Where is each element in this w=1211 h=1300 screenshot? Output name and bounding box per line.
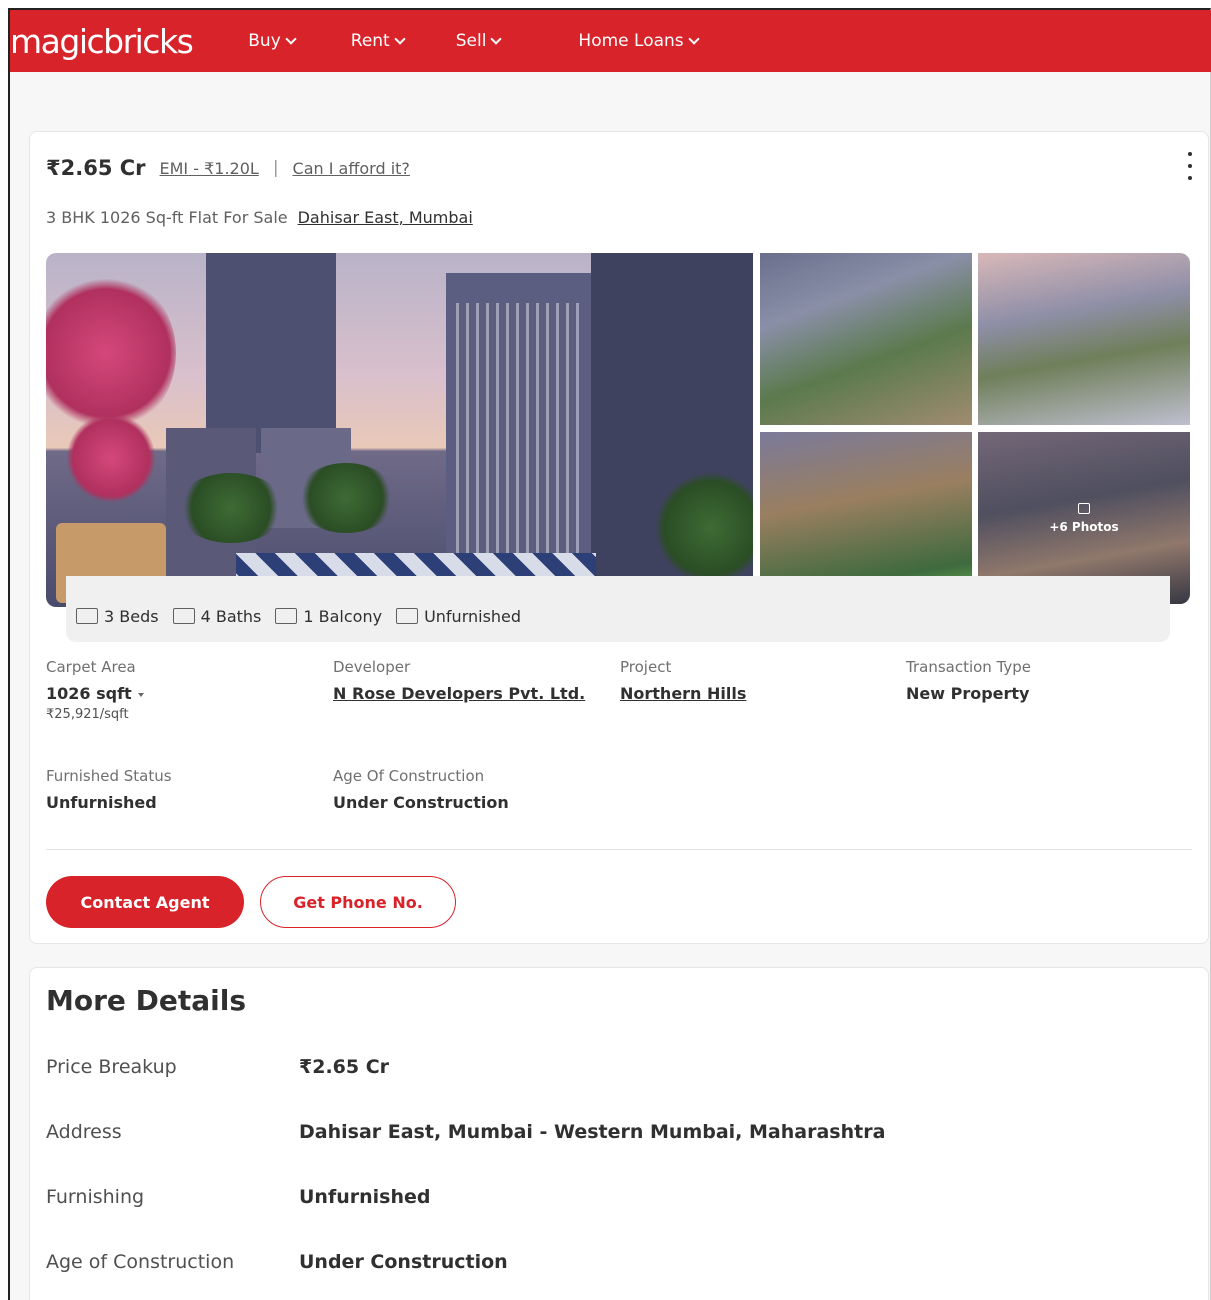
detail-value: Dahisar East, Mumbai - Western Mumbai, M… <box>299 1121 886 1143</box>
nav-sell-label: Sell <box>455 31 487 51</box>
caret-down-icon <box>137 692 144 697</box>
main-photo[interactable] <box>46 253 753 607</box>
amenity-balcony-label: 1 Balcony <box>303 606 383 626</box>
bed-icon <box>76 608 98 624</box>
chevron-down-icon <box>285 33 297 45</box>
photo-icon <box>1078 502 1090 514</box>
property-price: ₹2.65 Cr <box>46 156 146 180</box>
spec-age-of-construction: Age Of Construction Under Construction <box>333 767 509 812</box>
building-shape <box>206 253 336 453</box>
spec-furnished-status: Furnished Status Unfurnished <box>46 767 172 812</box>
more-details-card: More Details Price Breakup ₹2.65 Cr Addr… <box>29 967 1209 1300</box>
spec-value: Unfurnished <box>46 793 157 812</box>
property-subtitle: 3 BHK 1026 Sq-ft Flat For Sale Dahisar Ea… <box>46 208 473 227</box>
spec-project: Project Northern Hills <box>620 658 746 703</box>
spec-label: Transaction Type <box>906 658 1032 676</box>
nav-buy[interactable]: Buy <box>248 31 297 51</box>
spec-label: Project <box>620 658 672 676</box>
nav-rent-label: Rent <box>350 31 390 51</box>
top-header: magicbricks Buy Rent Sell Home Loans <box>10 10 1211 72</box>
amenity-baths: 4 Baths <box>172 606 262 626</box>
detail-key: Address <box>46 1121 122 1143</box>
spec-value: Under Construction <box>333 793 509 812</box>
location-link[interactable]: Dahisar East, Mumbai <box>298 208 473 227</box>
furnishing-icon <box>396 608 419 624</box>
magicbricks-logo[interactable]: magicbricks <box>10 22 194 61</box>
nav-sell[interactable]: Sell <box>455 31 503 51</box>
more-details-title: More Details <box>46 984 247 1017</box>
bush-shape <box>176 473 286 543</box>
amenity-beds-label: 3 Beds <box>104 606 159 626</box>
property-title: 3 BHK 1026 Sq-ft Flat For Sale <box>46 208 288 227</box>
main-nav: Buy Rent Sell Home Loans <box>248 31 700 51</box>
railing-shape <box>456 303 581 553</box>
nav-home-loans[interactable]: Home Loans <box>578 31 700 51</box>
chevron-down-icon <box>490 33 503 45</box>
nav-home-loans-label: Home Loans <box>578 31 684 51</box>
flower-shape <box>66 413 156 503</box>
divider <box>46 849 1192 850</box>
spec-label: Age Of Construction <box>333 767 485 785</box>
get-phone-button[interactable]: Get Phone No. <box>260 876 456 928</box>
developer-link[interactable]: N Rose Developers Pvt. Ltd. <box>333 684 585 703</box>
gallery-thumbnail[interactable] <box>760 253 972 425</box>
spec-label: Developer <box>333 658 411 676</box>
price-separator: | <box>272 158 279 178</box>
detail-key: Furnishing <box>46 1186 145 1208</box>
spec-value: New Property <box>906 684 1030 703</box>
spec-carpet-area: Carpet Area 1026 sqft ₹25,921/sqft <box>46 658 144 722</box>
detail-key: Price Breakup <box>46 1056 177 1078</box>
photo-gallery: +6 Photos <box>46 253 1192 607</box>
flower-shape <box>46 273 176 433</box>
amenities-bar: 3 Beds 4 Baths 1 Balcony Unfurnished <box>66 576 1170 642</box>
spec-developer: Developer N Rose Developers Pvt. Ltd. <box>333 658 585 703</box>
afford-link[interactable]: Can I afford it? <box>293 159 410 178</box>
spec-label: Carpet Area <box>46 658 136 676</box>
property-card: ₹2.65 Cr EMI - ₹1.20L | Can I afford it?… <box>29 131 1209 944</box>
more-options-icon[interactable] <box>1184 152 1196 180</box>
project-link[interactable]: Northern Hills <box>620 684 746 703</box>
amenity-baths-label: 4 Baths <box>200 606 262 626</box>
chevron-down-icon <box>687 33 700 45</box>
spec-label: Furnished Status <box>46 767 172 785</box>
bush-shape <box>296 463 396 533</box>
detail-value: Unfurnished <box>299 1186 431 1208</box>
emi-link[interactable]: EMI - ₹1.20L <box>160 159 259 178</box>
amenity-furnishing-label: Unfurnished <box>424 606 522 626</box>
amenity-furnishing: Unfurnished <box>396 607 521 626</box>
gallery-thumbnail[interactable] <box>978 253 1190 425</box>
chevron-down-icon <box>394 33 406 45</box>
more-photos-label: +6 Photos <box>1049 519 1119 534</box>
detail-value: Under Construction <box>299 1251 508 1273</box>
price-row: ₹2.65 Cr EMI - ₹1.20L | Can I afford it? <box>46 156 410 180</box>
amenity-balcony: 1 Balcony <box>275 607 382 626</box>
contact-agent-button[interactable]: Contact Agent <box>46 876 244 928</box>
detail-key: Age of Construction <box>46 1251 235 1273</box>
spec-transaction-type: Transaction Type New Property <box>906 658 1031 703</box>
detail-value: ₹2.65 Cr <box>299 1056 390 1078</box>
nav-buy-label: Buy <box>248 31 281 51</box>
nav-rent[interactable]: Rent <box>350 31 406 51</box>
price-per-sqft: ₹25,921/sqft <box>46 707 129 722</box>
spec-value[interactable]: 1026 sqft <box>46 684 144 703</box>
amenity-beds: 3 Beds <box>76 607 159 626</box>
balcony-icon <box>275 608 298 624</box>
carpet-area-value: 1026 sqft <box>46 684 132 703</box>
bath-icon <box>172 608 195 624</box>
